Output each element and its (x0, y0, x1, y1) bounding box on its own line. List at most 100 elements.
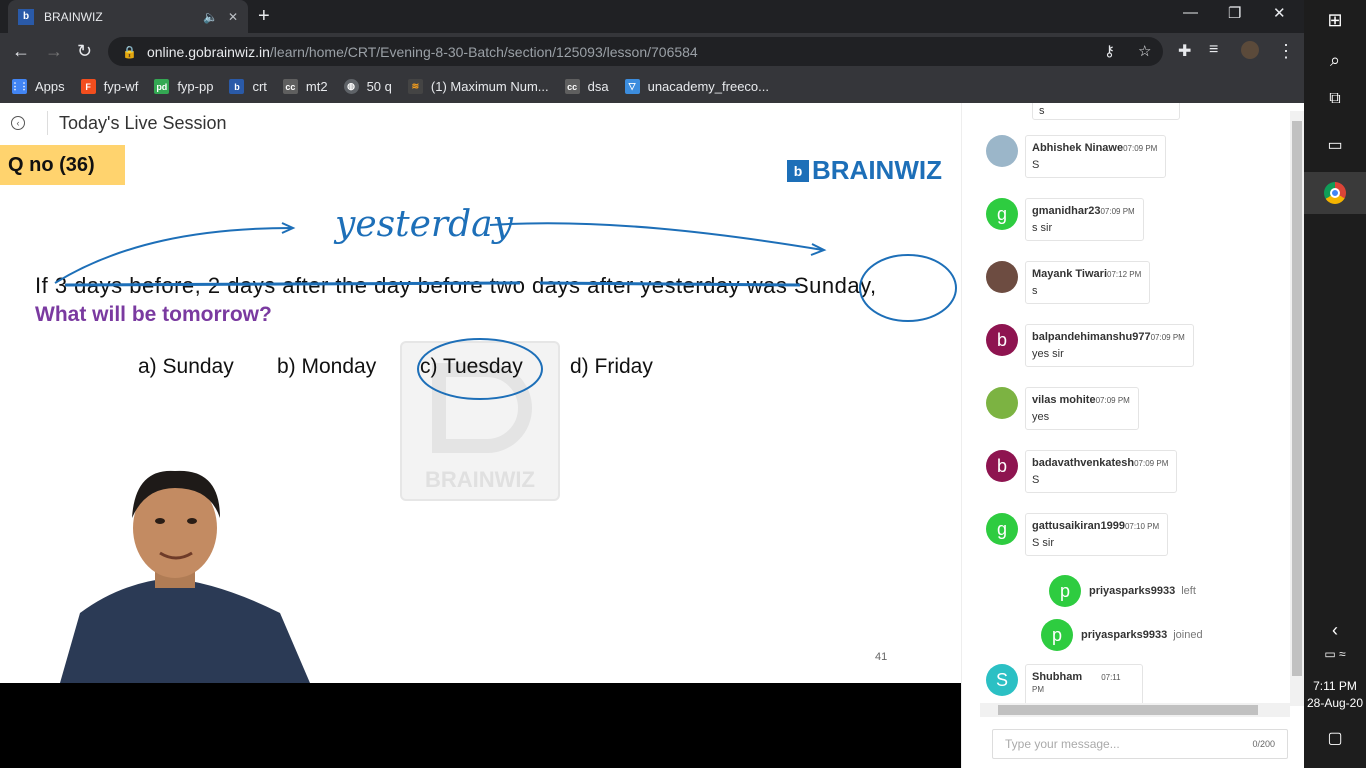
chevron-up-icon[interactable]: ‹ (1304, 620, 1366, 641)
session-header: ‹ Today's Live Session (0, 103, 961, 143)
tab-strip: b BRAINWIZ 🔈 ✕ + — ❐ ✕ (0, 0, 1304, 33)
web-page: ‹ Today's Live Session Q no (36) b BRAIN… (0, 103, 1304, 768)
speaker-icon[interactable]: 🔈 (203, 10, 218, 24)
chat-message: vilas mohite07:09 PM yes (986, 387, 1139, 430)
bookmark-label: mt2 (305, 79, 328, 94)
chat-message: S Shubham 07:11 PM c (986, 664, 1143, 703)
task-view-icon[interactable]: ⧉ (1304, 90, 1366, 108)
bookmark-mt2[interactable]: cc mt2 (282, 79, 328, 94)
apps-grid-icon: ⋮⋮ (11, 79, 29, 94)
forward-arrow-icon[interactable]: → (45, 41, 63, 62)
tab-title: BRAINWIZ (44, 9, 103, 24)
figma-icon: F (80, 79, 96, 94)
bookmark-dsa[interactable]: cc dsa (564, 79, 609, 94)
key-icon[interactable]: ⚷ (1104, 42, 1115, 60)
sender-name: Mayank Tiwari (1032, 268, 1107, 280)
address-bar[interactable]: 🔒 online.gobrainwiz.in/learn/home/CRT/Ev… (108, 37, 1163, 66)
bookmark-maximum-num[interactable]: ≋ (1) Maximum Num... (407, 79, 549, 94)
chat-message-input[interactable]: Type your message... 0/200 (992, 729, 1288, 759)
battery-wifi-icon[interactable]: ▭ ≈ (1304, 647, 1366, 661)
terminal-icon[interactable]: ▭ (1304, 135, 1366, 155)
avatar: g (986, 513, 1018, 545)
sender-name: vilas mohite (1032, 394, 1096, 406)
input-placeholder: Type your message... (1005, 737, 1120, 751)
sender-name: badavathvenkatesh (1032, 457, 1135, 469)
restore-icon[interactable]: ❐ (1228, 4, 1241, 22)
extensions-icon[interactable]: ✚ (1178, 41, 1191, 61)
browser-tab[interactable]: b BRAINWIZ 🔈 ✕ (8, 0, 248, 33)
chat-list[interactable]: s Abhishek Ninawe07:09 PM S g gmanidhar2… (980, 103, 1290, 703)
window-close-icon[interactable]: ✕ (1273, 4, 1286, 22)
message-bubble: balpandehimanshu97707:09 PM yes sir (1025, 324, 1194, 367)
minimize-icon[interactable]: — (1183, 4, 1198, 21)
lock-icon: 🔒 (122, 44, 137, 59)
avatar (986, 261, 1018, 293)
system-action: joined (1173, 629, 1203, 641)
menu-kebab-icon[interactable]: ⋮ (1277, 41, 1295, 62)
new-tab-icon[interactable]: + (258, 5, 270, 28)
system-notice-left: p priyasparks9933 left (1049, 575, 1196, 607)
bookmark-apps[interactable]: ⋮⋮ Apps (11, 79, 65, 94)
chat-vertical-scrollbar[interactable] (1290, 111, 1304, 706)
message-bubble: Abhishek Ninawe07:09 PM S (1025, 135, 1167, 178)
message-bubble: Shubham 07:11 PM c (1025, 664, 1143, 703)
bookmark-fyp-wf[interactable]: Ffyp-wf (80, 79, 139, 94)
reload-icon[interactable]: ↻ (77, 41, 92, 62)
avatar: p (1049, 575, 1081, 607)
bookmark-star-icon[interactable]: ☆ (1138, 42, 1151, 60)
back-arrow-icon[interactable]: ← (12, 41, 30, 62)
chrome-taskbar-item[interactable] (1304, 172, 1366, 214)
message-bubble: s (1032, 103, 1180, 120)
bookmarks-bar: ⋮⋮ Apps Ffyp-wf pd fyp-pp b crt cc mt2 ◍ 50 q… (0, 70, 1304, 103)
message-text: yes sir (1032, 348, 1064, 360)
avatar (986, 135, 1018, 167)
notification-icon[interactable]: ▢ (1304, 728, 1366, 748)
globe-icon: ◍ (343, 79, 359, 94)
page-number: 41 (875, 651, 888, 663)
codechef-icon: cc (564, 79, 580, 94)
windows-taskbar: ⊞ ⌕ ⧉ ▭ ‹ ▭ ≈ 7:11 PM 28-Aug-20 ▢ (1304, 0, 1366, 768)
bookmark-label: fyp-pp (177, 79, 214, 94)
chat-panel: s Abhishek Ninawe07:09 PM S g gmanidhar2… (961, 103, 1304, 768)
back-circle-icon[interactable]: ‹ (11, 116, 25, 130)
profile-avatar[interactable] (1241, 41, 1259, 59)
message-bubble: Mayank Tiwari07:12 PM s (1025, 261, 1151, 304)
scrollbar-thumb[interactable] (998, 705, 1258, 715)
doc-icon: pd (154, 79, 170, 94)
presenter-image (60, 470, 310, 683)
clock-date[interactable]: 28-Aug-20 (1304, 696, 1366, 710)
media-queue-icon[interactable]: ≡ (1209, 41, 1218, 59)
bookmark-50q[interactable]: ◍ 50 q (343, 79, 392, 94)
message-text: s sir (1032, 222, 1053, 234)
unacademy-icon: ▽ (624, 79, 640, 94)
bookmark-label: 50 q (366, 79, 392, 94)
avatar: g (986, 198, 1018, 230)
message-time: 07:09 PM (1100, 207, 1135, 216)
stackoverflow-icon: ≋ (407, 79, 423, 94)
bookmark-unacademy[interactable]: ▽ unacademy_freeco... (624, 79, 769, 94)
tab-close-icon[interactable]: ✕ (228, 10, 238, 24)
sender-name: gmanidhar23 (1032, 205, 1101, 217)
bookmark-label: unacademy_freeco... (647, 79, 769, 94)
chat-message: b balpandehimanshu97707:09 PM yes sir (986, 324, 1194, 367)
avatar (986, 387, 1018, 419)
sender-name: Abhishek Ninawe (1032, 142, 1124, 154)
windows-start-icon[interactable]: ⊞ (1304, 10, 1366, 31)
message-text: s (1032, 285, 1038, 297)
scrollbar-thumb[interactable] (1292, 121, 1302, 676)
codechef-icon: cc (282, 79, 298, 94)
chat-message: g gmanidhar2307:09 PM s sir (986, 198, 1144, 241)
message-text: s (1039, 105, 1045, 117)
bookmark-label: fyp-wf (103, 79, 139, 94)
message-time: 07:09 PM (1123, 144, 1158, 153)
clock-time[interactable]: 7:11 PM (1304, 679, 1366, 693)
search-icon[interactable]: ⌕ (1304, 50, 1366, 71)
chrome-icon (1324, 182, 1346, 204)
system-action: left (1181, 585, 1196, 597)
chat-message: Abhishek Ninawe07:09 PM S (986, 135, 1167, 178)
bookmark-label: dsa (587, 79, 609, 94)
bookmark-crt[interactable]: b crt (229, 79, 267, 94)
brainwiz-icon: b (229, 79, 245, 94)
bookmark-fyp-pp[interactable]: pd fyp-pp (154, 79, 213, 94)
chat-horizontal-scrollbar[interactable] (980, 703, 1290, 717)
